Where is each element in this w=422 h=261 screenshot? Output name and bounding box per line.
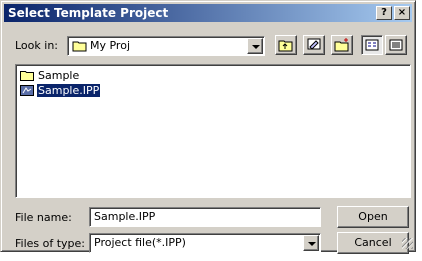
desktop-icon	[307, 38, 321, 50]
open-button-label: Open	[358, 210, 388, 223]
look-in-value: My Proj	[90, 39, 131, 52]
list-item-label: Sample	[38, 69, 80, 82]
dialog-title: Select Template Project	[8, 6, 169, 20]
details-view-icon	[389, 39, 403, 51]
up-one-level-button[interactable]	[275, 35, 297, 55]
look-in-label: Look in:	[15, 39, 58, 52]
list-view-button[interactable]	[361, 35, 383, 55]
project-file-icon	[20, 84, 34, 96]
title-bar[interactable]: Select Template Project ? ×	[4, 4, 412, 22]
close-button[interactable]: ×	[394, 6, 410, 20]
look-in-combo[interactable]: My Proj	[67, 36, 265, 56]
file-name-input[interactable]: Sample.IPP	[89, 207, 321, 227]
open-button[interactable]: Open	[337, 206, 409, 228]
cancel-button[interactable]: Cancel	[337, 232, 409, 254]
chevron-down-icon[interactable]	[247, 38, 263, 54]
files-of-type-combo[interactable]: Project file(*.IPP)	[89, 233, 321, 253]
chevron-down-icon[interactable]	[303, 235, 319, 251]
list-item-folder[interactable]: Sample	[20, 69, 80, 83]
details-view-button[interactable]	[385, 35, 407, 55]
select-template-dialog: Select Template Project ? × Look in: My …	[0, 0, 416, 254]
folder-icon	[20, 70, 34, 81]
file-name-value: Sample.IPP	[94, 210, 156, 223]
list-view-icon	[365, 39, 379, 51]
new-folder-icon	[334, 38, 349, 52]
files-of-type-label: Files of type:	[15, 237, 86, 250]
up-folder-icon	[278, 40, 293, 52]
cancel-button-label: Cancel	[354, 236, 392, 249]
list-item-label: Sample.IPP	[37, 84, 101, 97]
file-name-label: File name:	[15, 211, 72, 224]
resize-grip[interactable]	[402, 238, 413, 249]
desktop-button[interactable]	[303, 35, 325, 55]
help-button[interactable]: ?	[376, 6, 392, 20]
file-list[interactable]: Sample Sample.IPP	[15, 64, 411, 198]
new-folder-button[interactable]	[331, 35, 353, 55]
files-of-type-value: Project file(*.IPP)	[94, 236, 186, 249]
list-item-file[interactable]: Sample.IPP	[20, 84, 101, 98]
folder-icon	[72, 41, 87, 52]
